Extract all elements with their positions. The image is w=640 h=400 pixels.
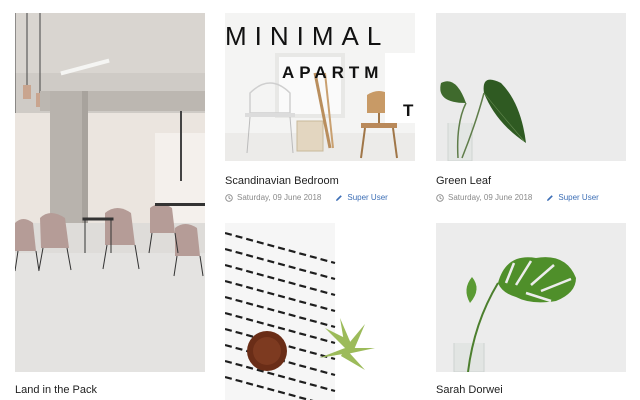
green-leaf-photo-graphic [436,13,626,161]
article-title[interactable]: Sarah Dorwei [436,384,503,396]
scandinavian-room-image[interactable]: MINIMAL APARTM T [225,13,415,161]
article-title[interactable]: Green Leaf [436,175,491,187]
clock-icon [436,193,444,202]
article-author-link[interactable]: Super User [558,193,598,202]
article-author-link[interactable]: Super User [347,193,387,202]
monstera-leaf-image[interactable] [436,223,626,372]
pencil-icon [336,194,343,201]
clock-icon [225,193,233,202]
green-leaf-image[interactable] [436,13,626,161]
textile-photo-graphic [225,223,415,400]
overlay-text-t: T [403,101,414,120]
monstera-photo-graphic [436,223,626,372]
office-photo-graphic [15,13,205,372]
article-date: Saturday, 09 June 2018 [237,193,322,202]
textile-bowl-image[interactable] [225,223,415,400]
pencil-icon [547,194,554,201]
article-date: Saturday, 09 June 2018 [448,193,533,202]
article-meta: Saturday, 09 June 2018 Super User [225,193,388,202]
article-meta: Saturday, 09 June 2018 Super User [436,193,599,202]
overlay-text-apartment: APARTM [282,63,384,82]
article-title[interactable]: Scandinavian Bedroom [225,175,339,187]
office-interior-image[interactable] [15,13,205,372]
overlay-text-minimal: MINIMAL [225,21,390,51]
article-title[interactable]: Land in the Pack [15,384,97,396]
